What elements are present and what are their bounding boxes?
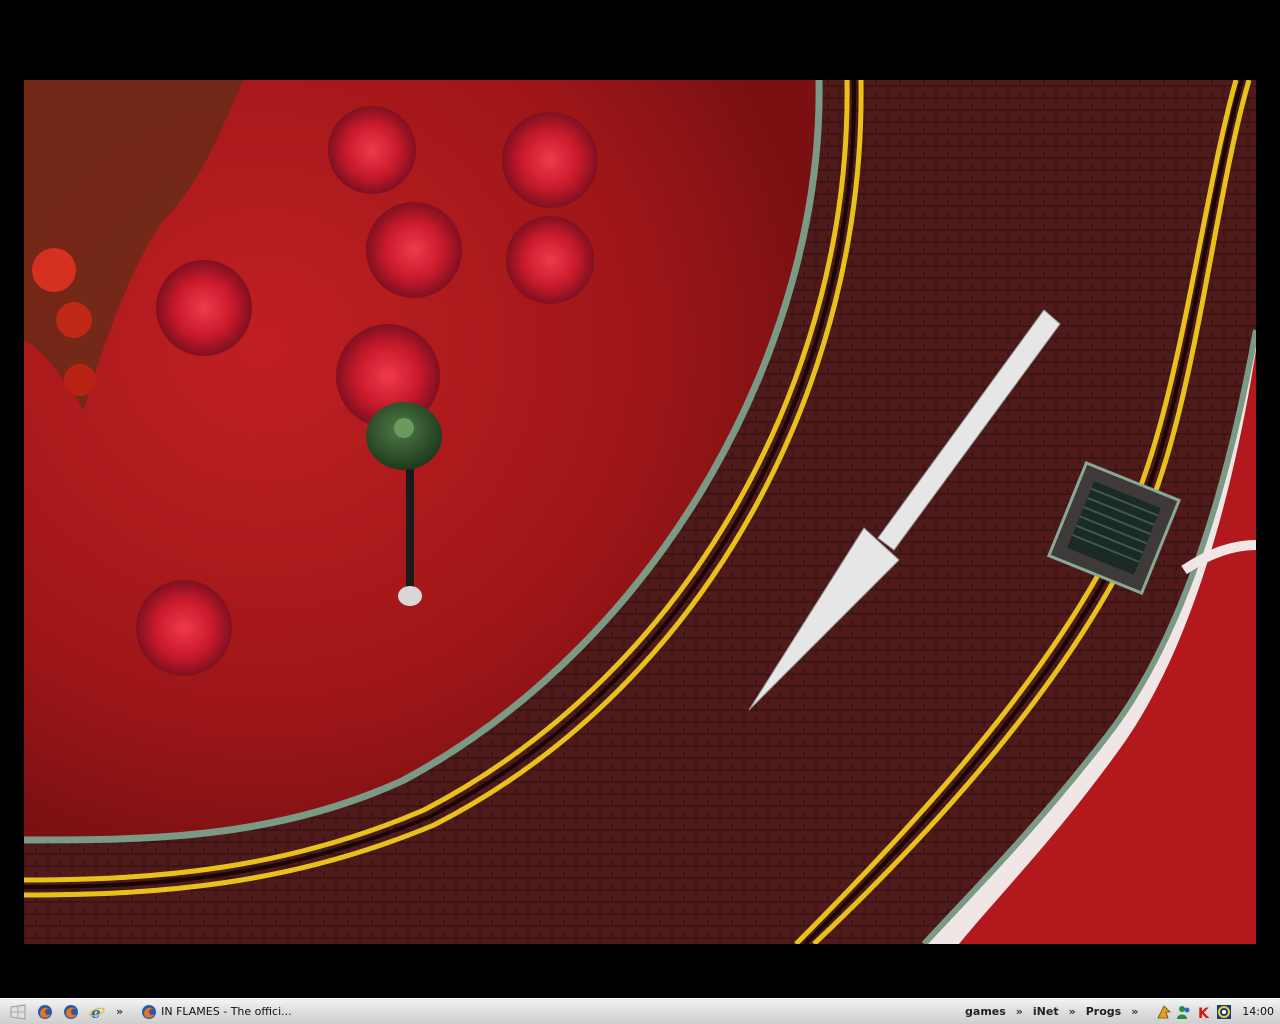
- quick-launch-firefox-1[interactable]: [35, 1002, 55, 1022]
- start-button[interactable]: [4, 1001, 32, 1023]
- tray-winamp[interactable]: [1156, 1004, 1172, 1020]
- firefox-icon: [142, 1004, 157, 1019]
- internet-explorer-icon: e: [89, 1004, 105, 1020]
- task-button-label: IN FLAMES - The offici...: [161, 1005, 292, 1018]
- toolbar-inet-chevron[interactable]: »: [1069, 1005, 1076, 1018]
- quick-launch-more-chevron[interactable]: »: [116, 1005, 123, 1018]
- firefox-icon: [64, 1004, 78, 1019]
- wallpaper-image: [24, 80, 1256, 944]
- toolbar-games[interactable]: games: [965, 1005, 1006, 1018]
- tray-network[interactable]: [1216, 1004, 1232, 1020]
- desktop: [0, 0, 1280, 998]
- toolbar-inet[interactable]: iNet: [1033, 1005, 1059, 1018]
- desktop-wallpaper: [24, 80, 1256, 944]
- toolbar-area: games » iNet » Progs »: [961, 1005, 1144, 1018]
- toolbar-progs[interactable]: Progs: [1086, 1005, 1121, 1018]
- toolbar-progs-chevron[interactable]: »: [1131, 1005, 1138, 1018]
- quick-launch-ie[interactable]: e: [87, 1002, 107, 1022]
- network-icon: [1217, 1004, 1232, 1019]
- system-tray: K 14:00: [1150, 1001, 1280, 1023]
- start-icon: [10, 1003, 26, 1020]
- taskbar: e » IN FLAMES - The offici... games » iN…: [0, 998, 1280, 1024]
- svg-text:e: e: [91, 1004, 101, 1020]
- tray-messenger[interactable]: [1176, 1004, 1192, 1020]
- winamp-icon: [1157, 1004, 1172, 1018]
- clock[interactable]: 14:00: [1242, 1005, 1274, 1018]
- tray-kaspersky[interactable]: K: [1196, 1004, 1212, 1020]
- kaspersky-icon: K: [1198, 1006, 1210, 1020]
- toolbar-games-chevron[interactable]: »: [1016, 1005, 1023, 1018]
- messenger-icon: [1177, 1005, 1190, 1019]
- svg-text:K: K: [1198, 1006, 1210, 1020]
- task-button-in-flames[interactable]: IN FLAMES - The offici...: [135, 1001, 305, 1023]
- firefox-icon: [38, 1004, 52, 1019]
- quick-launch-firefox-2[interactable]: [61, 1002, 81, 1022]
